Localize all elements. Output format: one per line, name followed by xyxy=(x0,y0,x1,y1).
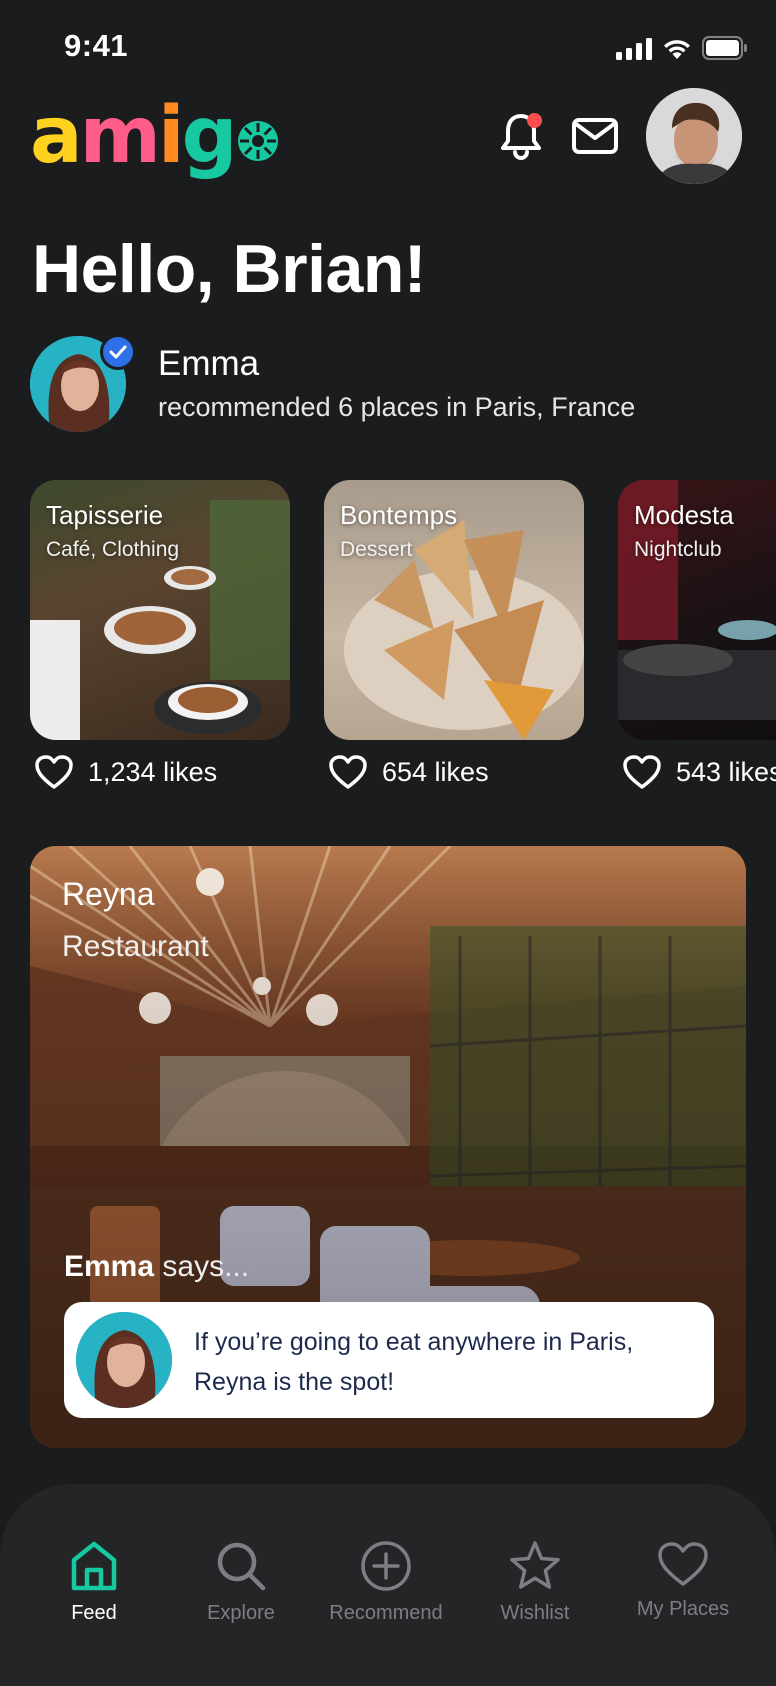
recommendation-summary[interactable]: Emma recommended 6 places in Paris, Fran… xyxy=(30,334,746,436)
place-image[interactable]: Bontemps Dessert xyxy=(324,480,584,740)
logo-letter-m: m xyxy=(79,91,161,181)
place-category: Nightclub xyxy=(634,538,722,561)
quote-bubble: If you’re going to eat anywhere in Paris… xyxy=(64,1302,714,1418)
likes-row: 654 likes xyxy=(328,754,489,790)
featured-place-card[interactable]: Reyna Restaurant Emma says... If you’re … xyxy=(30,846,746,1448)
says-suffix: says... xyxy=(154,1250,250,1283)
status-time: 9:41 xyxy=(64,28,129,63)
status-icons xyxy=(616,34,748,60)
place-category: Dessert xyxy=(340,538,413,561)
heart-icon xyxy=(658,1542,708,1586)
place-card[interactable]: Bontemps Dessert 654 likes xyxy=(324,480,584,789)
place-image[interactable]: Tapisserie Café, Clothing xyxy=(30,480,290,740)
logo-letter-i: i xyxy=(157,91,185,181)
profile-photo xyxy=(646,88,742,184)
featured-place-name: Reyna xyxy=(62,876,155,912)
likes-row: 543 likes xyxy=(622,754,776,790)
messages-button[interactable] xyxy=(566,107,624,165)
likes-count: 1,234 likes xyxy=(88,756,218,787)
tab-wishlist[interactable]: Wishlist xyxy=(465,1540,605,1625)
header-actions xyxy=(492,88,742,184)
place-name: Modesta xyxy=(634,500,734,530)
notifications-button[interactable] xyxy=(492,107,550,165)
logo-compass-icon xyxy=(237,121,278,161)
place-name: Tapisserie xyxy=(46,500,164,530)
amigo-logo: a m i g xyxy=(30,91,279,181)
heart-icon[interactable] xyxy=(622,754,662,790)
tab-label: Feed xyxy=(71,1602,117,1624)
greeting-heading: Hello, Brian! xyxy=(32,231,427,307)
mail-icon xyxy=(572,118,618,154)
featured-place-category: Restaurant xyxy=(62,930,209,963)
place-name: Bontemps xyxy=(340,500,458,530)
place-card[interactable]: Modesta Nightclub 543 likes xyxy=(618,480,776,789)
profile-avatar[interactable] xyxy=(646,88,742,184)
notification-dot xyxy=(527,113,542,128)
star-icon xyxy=(510,1541,560,1589)
likes-count: 654 likes xyxy=(382,756,489,787)
heart-icon[interactable] xyxy=(328,754,368,790)
says-caption: Emma says... xyxy=(64,1250,249,1284)
bottom-tab-bar: Feed Explore Recommend Wishlist My Place… xyxy=(0,1484,776,1686)
tab-my-places[interactable]: My Places xyxy=(613,1540,753,1621)
quote-author-avatar[interactable] xyxy=(76,1312,172,1408)
place-card[interactable]: Tapisserie Café, Clothing 1,234 likes xyxy=(30,480,290,789)
heart-icon[interactable] xyxy=(34,754,74,790)
tab-label: Recommend xyxy=(329,1602,443,1624)
plus-circle-icon xyxy=(361,1541,411,1591)
quote-author-photo xyxy=(76,1312,172,1408)
verified-badge-icon xyxy=(100,334,136,370)
place-category: Café, Clothing xyxy=(46,538,180,561)
tab-feed[interactable]: Feed xyxy=(24,1540,164,1625)
tab-label: Explore xyxy=(207,1602,275,1624)
home-icon xyxy=(71,1541,117,1591)
recommender-name[interactable]: Emma xyxy=(158,344,259,384)
says-author: Emma xyxy=(64,1250,155,1283)
quote-text: If you’re going to eat anywhere in Paris… xyxy=(194,1328,634,1396)
likes-count: 543 likes xyxy=(676,756,776,787)
place-image[interactable]: Modesta Nightclub xyxy=(618,480,776,740)
search-icon xyxy=(217,1542,266,1591)
places-carousel[interactable]: Tapisserie Café, Clothing 1,234 likes Bo… xyxy=(30,480,776,800)
cellular-signal-icon xyxy=(616,38,652,60)
tab-explore[interactable]: Explore xyxy=(171,1540,311,1625)
recommendation-text: recommended 6 places in Paris, France xyxy=(158,392,636,422)
logo-letter-a: a xyxy=(30,91,83,181)
tab-label: My Places xyxy=(636,1598,730,1620)
wifi-icon xyxy=(664,40,690,59)
tab-recommend[interactable]: Recommend xyxy=(316,1540,456,1625)
battery-icon xyxy=(702,36,747,60)
status-bar: 9:41 xyxy=(0,0,776,92)
tab-label: Wishlist xyxy=(500,1602,570,1624)
logo-letter-g: g xyxy=(181,91,238,181)
likes-row: 1,234 likes xyxy=(34,754,217,790)
